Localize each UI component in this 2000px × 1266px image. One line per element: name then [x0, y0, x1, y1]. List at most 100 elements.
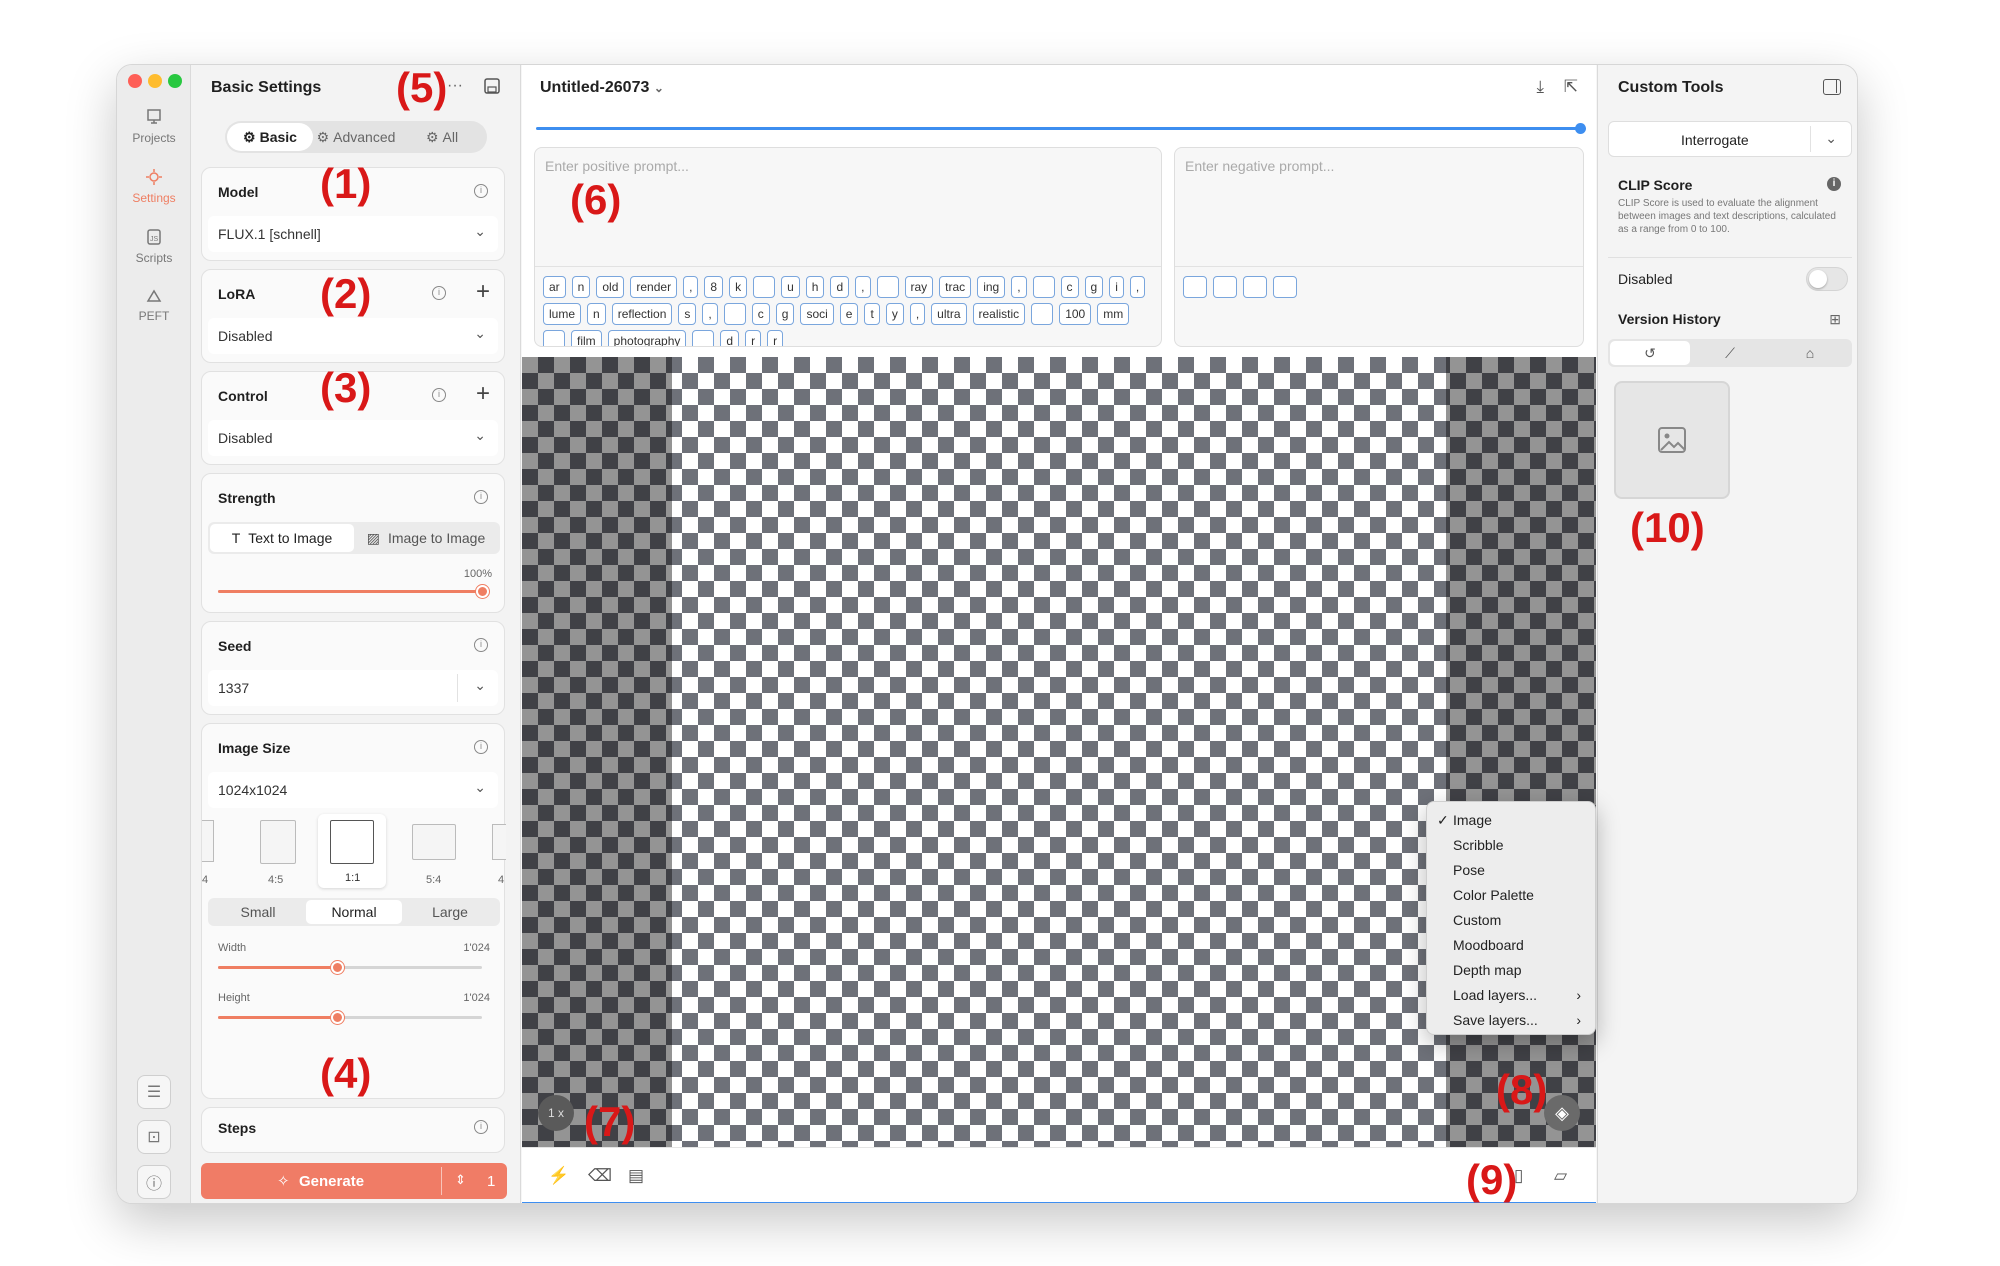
ratio-1-1-tile[interactable]: 1:1: [318, 814, 386, 888]
token-chip[interactable]: c: [751, 303, 770, 325]
share-button[interactable]: ⇱: [1564, 77, 1578, 97]
token-chip[interactable]: ,: [1011, 276, 1027, 298]
model-select[interactable]: FLUX.1 [schnell] ⌄: [208, 216, 498, 252]
about-button[interactable]: ⓘ: [137, 1165, 171, 1199]
count-stepper-icon[interactable]: ⇕: [455, 1172, 466, 1188]
token-chip[interactable]: [1183, 276, 1207, 298]
token-chip[interactable]: soci: [800, 303, 834, 325]
token-chip[interactable]: n: [587, 303, 606, 325]
eraser-button[interactable]: ⌫: [588, 1166, 612, 1186]
token-chip[interactable]: g: [1084, 276, 1104, 298]
zoom-window-button[interactable]: [168, 74, 182, 88]
token-chip[interactable]: r: [767, 330, 784, 346]
token-chip[interactable]: ,: [855, 276, 871, 298]
token-chip[interactable]: d: [720, 330, 740, 346]
document-title[interactable]: Untitled-26073 ⌄: [540, 79, 664, 97]
hardware-button[interactable]: ⊡: [137, 1120, 171, 1154]
tab-edits[interactable]: ⟋: [1690, 341, 1770, 365]
mode-text-to-image[interactable]: T Text to Image: [210, 524, 354, 552]
add-control-button[interactable]: +: [476, 382, 490, 406]
info-icon[interactable]: i: [432, 388, 446, 402]
export-button[interactable]: ⤓: [1536, 77, 1544, 97]
clip-score-toggle[interactable]: [1806, 267, 1848, 291]
version-thumbnail[interactable]: [1614, 381, 1730, 499]
token-chip[interactable]: ,: [702, 303, 718, 325]
width-slider[interactable]: [218, 961, 482, 974]
token-chip[interactable]: n: [571, 276, 591, 298]
ratio-partial-right[interactable]: [492, 824, 506, 860]
token-chip[interactable]: ultra: [931, 303, 967, 325]
token-chip[interactable]: old: [596, 276, 625, 298]
lora-select[interactable]: Disabled ⌄: [208, 318, 498, 354]
add-lora-button[interactable]: +: [476, 280, 490, 304]
generate-button[interactable]: ✧ Generate ⇕ 1: [201, 1163, 507, 1199]
minimize-window-button[interactable]: [148, 74, 162, 88]
token-chip[interactable]: realistic: [972, 303, 1026, 325]
token-chip[interactable]: ,: [909, 303, 926, 325]
height-slider-knob[interactable]: [330, 1011, 344, 1024]
token-chip[interactable]: [1032, 276, 1055, 298]
token-chip[interactable]: lume: [543, 303, 582, 325]
magic-wand-button[interactable]: ⚡: [548, 1166, 569, 1186]
positive-prompt-box[interactable]: Enter positive prompt... ar n old render, 8 k…: [534, 147, 1162, 347]
token-chip[interactable]: render: [630, 276, 678, 298]
token-chip[interactable]: r: [745, 330, 762, 346]
rail-scripts[interactable]: JS Scripts: [117, 227, 191, 265]
zoom-indicator[interactable]: 1 x: [538, 1095, 574, 1131]
layer-option-color-palette[interactable]: Color Palette: [1427, 883, 1595, 908]
token-chip[interactable]: [1273, 276, 1297, 298]
token-chip[interactable]: [753, 276, 776, 298]
generate-count[interactable]: 1: [487, 1173, 495, 1190]
strength-slider-knob[interactable]: [476, 585, 489, 598]
token-chip[interactable]: [692, 330, 715, 346]
seed-input[interactable]: 1337 ⌄: [208, 670, 498, 706]
more-options-button[interactable]: ···: [447, 77, 463, 95]
layer-option-custom[interactable]: Custom: [1427, 908, 1595, 933]
token-chip[interactable]: s: [678, 303, 697, 325]
height-slider[interactable]: [218, 1011, 482, 1024]
ratio-5-4[interactable]: [412, 824, 456, 860]
token-chip[interactable]: ,: [1129, 276, 1146, 298]
layer-option-scribble[interactable]: Scribble: [1427, 833, 1595, 858]
paint-button[interactable]: ▤: [628, 1166, 644, 1186]
token-chip[interactable]: [1213, 276, 1237, 298]
clip-info-icon[interactable]: i: [1827, 177, 1841, 191]
size-normal[interactable]: Normal: [306, 900, 402, 924]
rail-settings[interactable]: Settings: [117, 167, 191, 205]
size-small[interactable]: Small: [210, 900, 306, 924]
rail-projects[interactable]: Projects: [117, 107, 191, 145]
tab-outputs[interactable]: ⌂: [1770, 341, 1850, 365]
rail-peft[interactable]: PEFT: [117, 285, 191, 323]
info-icon[interactable]: i: [474, 1120, 488, 1134]
tab-basic[interactable]: ⚙ Basic: [227, 123, 313, 151]
token-chip[interactable]: k: [729, 276, 748, 298]
save-layers-item[interactable]: Save layers... ›: [1427, 1008, 1595, 1033]
token-chip[interactable]: c: [1060, 276, 1079, 298]
ratio-4-5[interactable]: [260, 820, 296, 864]
close-window-button[interactable]: [128, 74, 142, 88]
tab-advanced[interactable]: ⚙ Advanced: [313, 123, 399, 151]
token-chip[interactable]: trac: [939, 276, 972, 298]
token-chip[interactable]: g: [775, 303, 795, 325]
grid-view-button[interactable]: ⊞: [1829, 311, 1841, 328]
token-chip[interactable]: e: [839, 303, 859, 325]
token-chip[interactable]: ray: [904, 276, 934, 298]
token-chip[interactable]: i: [1109, 276, 1124, 298]
info-icon[interactable]: i: [432, 286, 446, 300]
size-large[interactable]: Large: [402, 900, 498, 924]
layer-option-image[interactable]: ✓ Image: [1427, 808, 1595, 833]
token-chip[interactable]: reflection: [611, 303, 673, 325]
interrogate-select[interactable]: Interrogate ⌄: [1608, 121, 1852, 157]
token-chip[interactable]: ,: [683, 276, 699, 298]
token-chip[interactable]: u: [781, 276, 800, 298]
toggle-sidebar-button[interactable]: [1823, 79, 1841, 95]
negative-prompt-box[interactable]: Enter negative prompt...: [1174, 147, 1584, 347]
load-layers-item[interactable]: Load layers... ›: [1427, 983, 1595, 1008]
info-icon[interactable]: i: [474, 638, 488, 652]
layer-option-pose[interactable]: Pose: [1427, 858, 1595, 883]
token-chip[interactable]: ar: [543, 276, 566, 298]
strength-slider[interactable]: [218, 585, 489, 598]
layer-option-moodboard[interactable]: Moodboard: [1427, 933, 1595, 958]
token-chip[interactable]: 100: [1059, 303, 1092, 325]
token-chip[interactable]: photography: [607, 330, 687, 346]
